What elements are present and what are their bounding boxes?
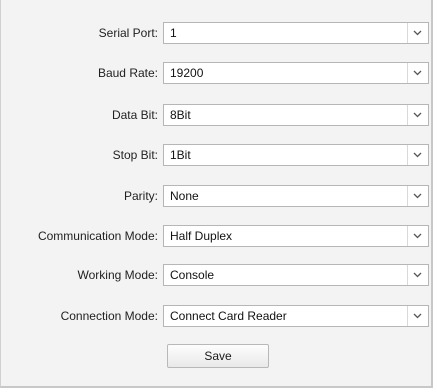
chevron-down-icon[interactable]: [407, 306, 428, 326]
stop-bit-select[interactable]: 1Bit: [163, 144, 429, 166]
working-mode-value: Console: [170, 268, 215, 282]
connection-mode-value: Connect Card Reader: [170, 309, 287, 323]
serial-port-select[interactable]: 1: [163, 22, 429, 44]
baud-rate-label: Baud Rate:: [97, 66, 158, 80]
connection-mode-select[interactable]: Connect Card Reader: [163, 305, 429, 327]
communication-mode-value: Half Duplex: [170, 229, 233, 243]
working-mode-select[interactable]: Console: [163, 264, 429, 286]
data-bit-value: 8Bit: [170, 108, 191, 122]
baud-rate-value: 19200: [170, 66, 204, 80]
working-mode-label: Working Mode:: [77, 268, 158, 282]
parity-label: Parity:: [123, 189, 158, 203]
parity-select[interactable]: None: [163, 185, 429, 207]
chevron-down-icon[interactable]: [407, 265, 428, 285]
chevron-down-icon[interactable]: [407, 105, 428, 125]
parity-row: Parity: None: [1, 185, 434, 207]
chevron-down-icon[interactable]: [407, 63, 428, 83]
save-button[interactable]: Save: [167, 344, 269, 368]
stop-bit-label: Stop Bit:: [112, 148, 158, 162]
stop-bit-row: Stop Bit: 1Bit: [1, 144, 434, 166]
working-mode-row: Working Mode: Console: [1, 264, 434, 286]
communication-mode-row: Communication Mode: Half Duplex: [1, 225, 434, 247]
serial-port-value: 1: [170, 26, 177, 40]
data-bit-select[interactable]: 8Bit: [163, 104, 429, 126]
data-bit-row: Data Bit: 8Bit: [1, 104, 434, 126]
serial-settings-panel: Serial Port: 1 Baud Rate: 19200 Data Bit…: [0, 0, 433, 388]
connection-mode-label: Connection Mode:: [60, 309, 158, 323]
chevron-down-icon[interactable]: [407, 23, 428, 43]
chevron-down-icon[interactable]: [407, 186, 428, 206]
data-bit-label: Data Bit:: [111, 108, 158, 122]
stop-bit-value: 1Bit: [170, 148, 191, 162]
communication-mode-select[interactable]: Half Duplex: [163, 225, 429, 247]
baud-rate-row: Baud Rate: 19200: [1, 62, 434, 84]
chevron-down-icon[interactable]: [407, 226, 428, 246]
communication-mode-label: Communication Mode:: [37, 229, 158, 243]
serial-port-row: Serial Port: 1: [1, 22, 434, 44]
chevron-down-icon[interactable]: [407, 145, 428, 165]
baud-rate-select[interactable]: 19200: [163, 62, 429, 84]
serial-port-label: Serial Port:: [98, 26, 158, 40]
parity-value: None: [170, 189, 199, 203]
connection-mode-row: Connection Mode: Connect Card Reader: [1, 305, 434, 327]
